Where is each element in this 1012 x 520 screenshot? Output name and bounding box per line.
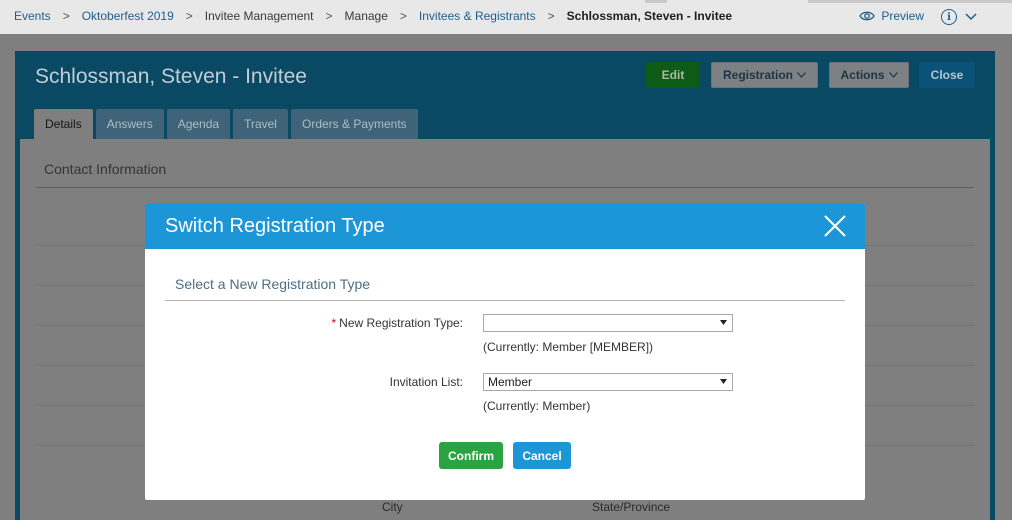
registration-label: Registration [722,68,793,82]
top-strip [808,0,1012,3]
chevron-down-icon[interactable] [965,13,977,21]
breadcrumb-separator: > [62,9,70,23]
state-label: State/Province [592,500,671,514]
help-menu[interactable]: i [941,9,977,25]
breadcrumb-invitees-registrants[interactable]: Invitees & Registrants [419,9,536,23]
new-registration-type-select[interactable] [483,314,733,332]
invitation-list-value: Member [488,375,533,389]
page-title: Schlossman, Steven - Invitee [35,65,307,88]
required-marker: * [331,316,337,330]
info-icon[interactable]: i [941,9,957,25]
preview-label: Preview [881,9,924,23]
switch-registration-modal: Switch Registration Type Select a New Re… [145,203,865,500]
new-registration-type-label-text: New Registration Type: [339,316,463,330]
modal-title: Switch Registration Type [165,214,385,237]
divider [165,300,845,301]
chevron-down-icon [797,72,806,78]
tab-answers[interactable]: Answers [95,109,164,139]
breadcrumb-events[interactable]: Events [14,9,51,23]
breadcrumb-separator: > [185,9,193,23]
current-invitation-list: (Currently: Member) [483,399,591,413]
modal-subtitle: Select a New Registration Type [175,276,371,292]
breadcrumb-separator: > [399,9,407,23]
eye-icon [859,11,876,21]
tab-travel[interactable]: Travel [233,109,288,139]
close-button[interactable]: Close [919,62,975,88]
confirm-button[interactable]: Confirm [439,442,503,469]
tab-bar: Details Answers Agenda Travel Orders & P… [34,109,418,139]
chevron-down-icon [888,72,898,78]
breadcrumb-current: Schlossman, Steven - Invitee [566,9,733,23]
preview-link[interactable]: Preview [859,9,924,23]
actions-menu-button[interactable]: Actions [829,62,909,88]
cancel-button[interactable]: Cancel [513,442,571,469]
actions-label: Actions [840,68,885,82]
city-label: City [382,500,403,514]
close-icon[interactable] [824,215,846,237]
dropdown-arrow-icon [720,379,727,384]
tab-details[interactable]: Details [34,109,93,139]
tab-orders-payments[interactable]: Orders & Payments [290,109,418,139]
breadcrumb-manage: Manage [344,9,388,23]
modal-header: Switch Registration Type [145,203,865,249]
breadcrumb-invitee-management: Invitee Management [204,9,314,23]
breadcrumb: Events > Oktoberfest 2019 > Invitee Mana… [14,9,732,23]
registration-menu-button[interactable]: Registration [711,62,818,88]
breadcrumb-event[interactable]: Oktoberfest 2019 [82,9,174,23]
invitation-list-label: Invitation List: [389,375,463,389]
invitation-list-select[interactable]: Member [483,373,733,391]
divider [36,187,974,188]
edit-button[interactable]: Edit [646,62,700,88]
breadcrumb-separator: > [547,9,555,23]
current-registration-type: (Currently: Member [MEMBER]) [483,340,654,354]
tab-agenda[interactable]: Agenda [166,109,231,139]
new-registration-type-label: * New Registration Type: [331,316,463,330]
breadcrumb-separator: > [325,9,333,23]
top-strip [645,0,667,3]
section-title: Contact Information [44,161,167,177]
dropdown-arrow-icon [720,320,727,325]
